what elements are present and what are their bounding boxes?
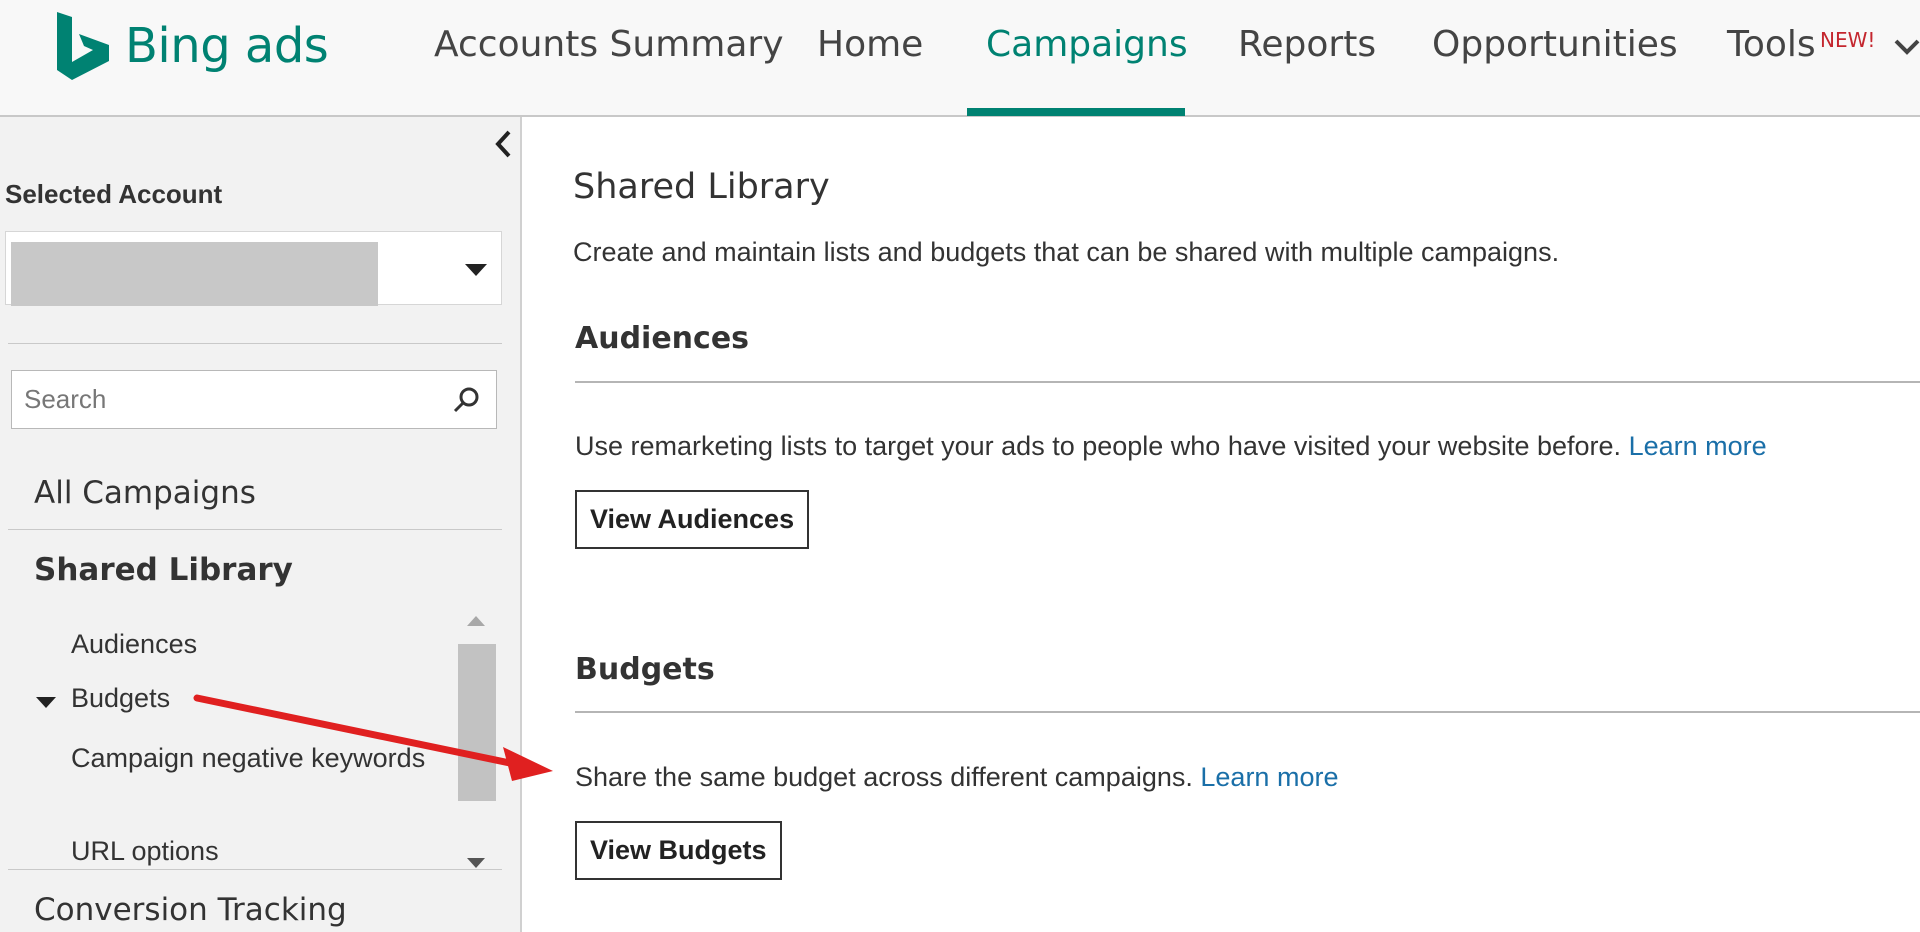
logo-text: Bing ads xyxy=(125,17,329,74)
sidebar-item-conversion-tracking[interactable]: Conversion Tracking xyxy=(34,892,347,928)
search-box xyxy=(11,370,497,429)
section-divider xyxy=(575,711,1920,713)
nav-home[interactable]: Home xyxy=(817,24,923,65)
scrollbar-thumb[interactable] xyxy=(458,644,496,801)
account-selector[interactable] xyxy=(5,231,502,306)
audiences-text: Use remarketing lists to target your ads… xyxy=(575,431,1622,461)
nav-tools[interactable]: Tools xyxy=(1727,24,1816,65)
nav-reports[interactable]: Reports xyxy=(1238,24,1376,65)
main-content: Shared Library Create and maintain lists… xyxy=(522,117,1920,932)
sidebar-item-all-campaigns[interactable]: All Campaigns xyxy=(34,475,256,511)
audiences-learn-more-link[interactable]: Learn more xyxy=(1629,431,1767,461)
account-name-redacted xyxy=(11,242,378,306)
active-tab-indicator xyxy=(967,108,1185,116)
audiences-description: Use remarketing lists to target your ads… xyxy=(575,431,1767,462)
section-title-audiences: Audiences xyxy=(575,321,750,356)
section-title-budgets: Budgets xyxy=(575,652,715,687)
page-title: Shared Library xyxy=(573,167,830,207)
scroll-up-icon[interactable] xyxy=(466,615,486,627)
selected-account-label: Selected Account xyxy=(5,179,223,209)
sidebar-item-shared-library[interactable]: Shared Library xyxy=(34,552,293,588)
view-budgets-button[interactable]: View Budgets xyxy=(575,821,782,880)
nav-opportunities[interactable]: Opportunities xyxy=(1432,24,1678,65)
sidebar-divider xyxy=(8,529,502,530)
sidebar-subitem-budgets[interactable]: Budgets xyxy=(71,683,170,714)
nav-campaigns[interactable]: Campaigns xyxy=(986,24,1188,65)
scroll-down-icon[interactable] xyxy=(466,857,486,869)
search-input[interactable] xyxy=(12,371,442,428)
budgets-text: Share the same budget across different c… xyxy=(575,762,1193,792)
budgets-description: Share the same budget across different c… xyxy=(575,762,1338,793)
sidebar-subitem-audiences[interactable]: Audiences xyxy=(71,629,197,660)
chevron-down-icon[interactable] xyxy=(1892,36,1920,58)
new-badge: NEW! xyxy=(1820,28,1876,52)
bing-ads-logo[interactable]: Bing ads xyxy=(55,8,329,83)
left-sidebar: Selected Account All Campaigns Shared Li… xyxy=(0,117,522,932)
caret-down-icon xyxy=(465,264,487,276)
search-icon[interactable] xyxy=(452,385,482,415)
caret-down-icon[interactable] xyxy=(35,695,57,709)
sidebar-scrollbar[interactable] xyxy=(458,607,496,885)
sidebar-subitem-campaign-negative-keywords[interactable]: Campaign negative keywords xyxy=(71,738,461,778)
bing-logo-icon xyxy=(57,11,109,80)
nav-accounts-summary[interactable]: Accounts Summary xyxy=(434,24,784,65)
top-navigation-bar: Bing ads Accounts Summary Home Campaigns… xyxy=(0,0,1920,117)
view-audiences-button[interactable]: View Audiences xyxy=(575,490,810,549)
budgets-learn-more-link[interactable]: Learn more xyxy=(1200,762,1338,792)
section-divider xyxy=(575,381,1920,383)
sidebar-divider xyxy=(8,343,502,344)
sidebar-divider xyxy=(8,869,502,870)
sidebar-subitem-url-options[interactable]: URL options xyxy=(71,836,219,867)
chevron-left-icon[interactable] xyxy=(490,127,516,161)
page-description: Create and maintain lists and budgets th… xyxy=(573,237,1560,267)
